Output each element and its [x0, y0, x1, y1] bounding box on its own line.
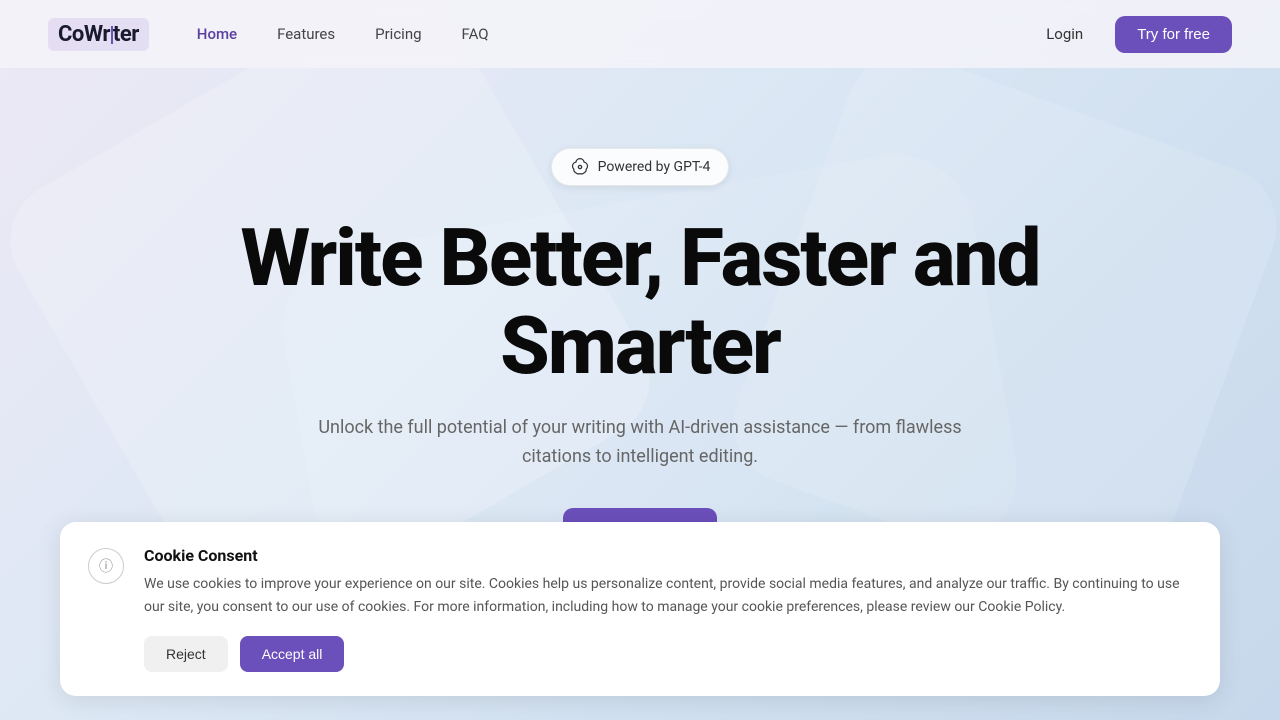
cookie-banner: ⓘ Cookie Consent We use cookies to impro…: [60, 522, 1220, 696]
logo-cursor: [111, 26, 113, 44]
info-icon: ⓘ: [99, 556, 113, 576]
navbar: CoWrter Home Features Pricing FAQ Login …: [0, 0, 1280, 68]
cookie-icon: ⓘ: [88, 548, 124, 584]
nav-right: Login Try for free: [1030, 16, 1232, 53]
nav-home[interactable]: Home: [181, 17, 253, 51]
openai-icon: [570, 157, 590, 177]
login-button[interactable]: Login: [1030, 17, 1099, 51]
page-wrapper: CoWrter Home Features Pricing FAQ Login …: [0, 0, 1280, 720]
nav-faq[interactable]: FAQ: [446, 17, 505, 51]
try-for-free-button-nav[interactable]: Try for free: [1115, 16, 1232, 53]
logo-text: CoWrter: [48, 18, 149, 51]
hero-subtitle: Unlock the full potential of your writin…: [310, 414, 970, 472]
cookie-title: Cookie Consent: [144, 546, 1192, 565]
cookie-text: We use cookies to improve your experienc…: [144, 573, 1192, 618]
accept-button[interactable]: Accept all: [240, 636, 345, 672]
nav-features[interactable]: Features: [261, 17, 351, 51]
nav-pricing[interactable]: Pricing: [359, 17, 437, 51]
reject-button[interactable]: Reject: [144, 636, 228, 672]
hero-section: Powered by GPT-4 Write Better, Faster an…: [0, 68, 1280, 556]
logo[interactable]: CoWrter: [48, 18, 149, 51]
cookie-content: Cookie Consent We use cookies to improve…: [144, 546, 1192, 672]
cookie-actions: Reject Accept all: [144, 636, 1192, 672]
nav-links: Home Features Pricing FAQ: [181, 17, 1030, 51]
hero-title: Write Better, Faster and Smarter: [190, 214, 1090, 390]
badge-text: Powered by GPT-4: [598, 159, 711, 175]
powered-badge: Powered by GPT-4: [551, 148, 730, 186]
